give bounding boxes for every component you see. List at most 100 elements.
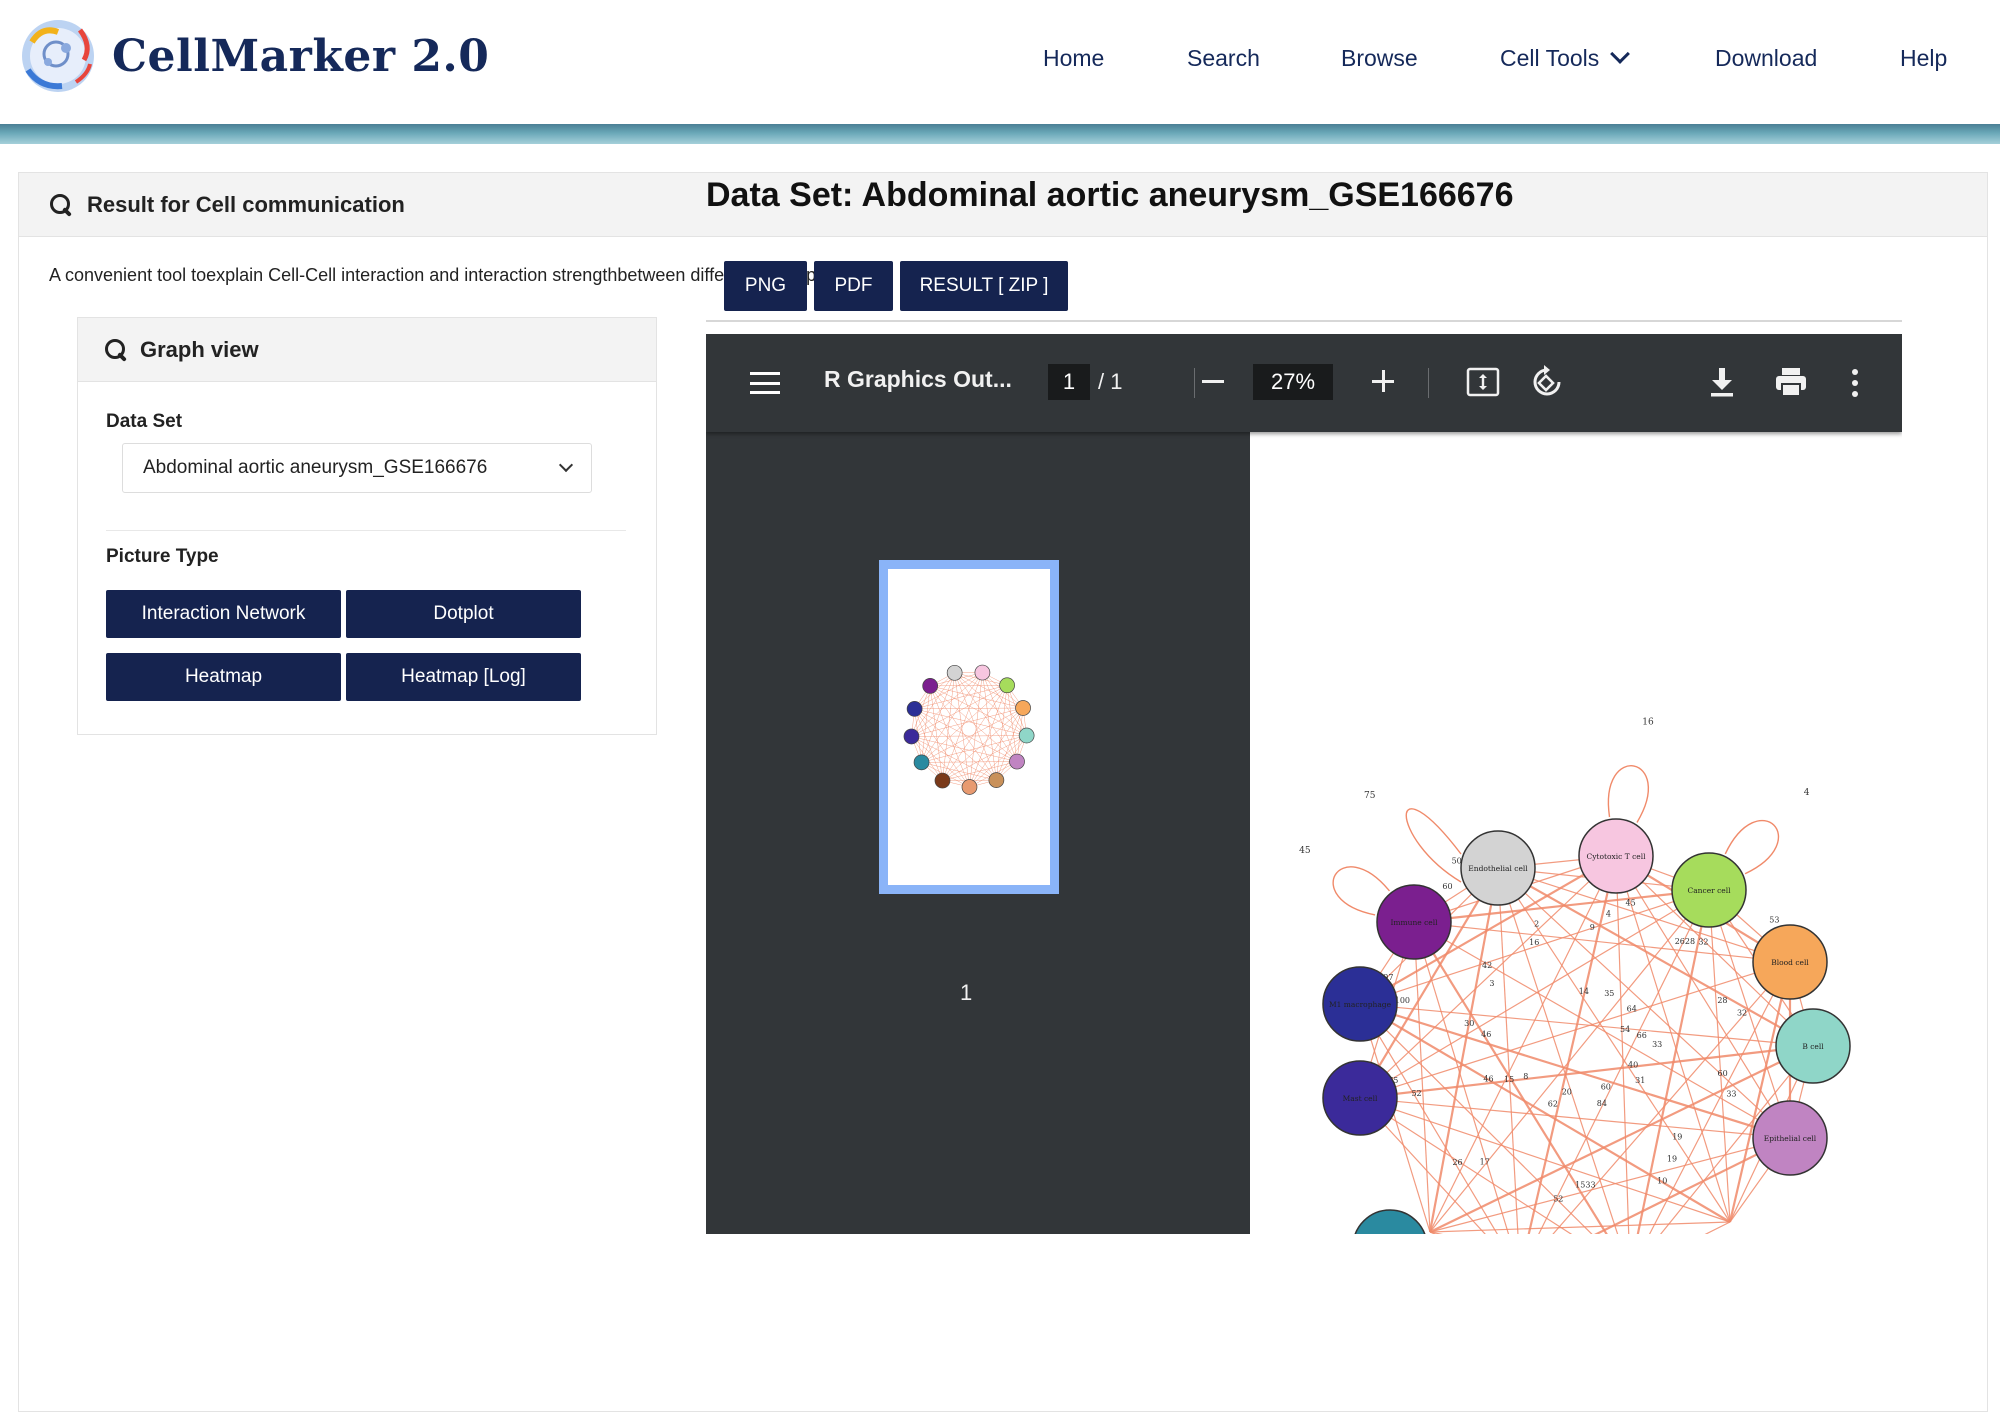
self-loop-edge — [1608, 766, 1648, 823]
node-label: Mast cell — [1343, 1094, 1378, 1103]
pdf-title: R Graphics Out... — [824, 366, 1012, 393]
more-options-icon[interactable] — [1850, 368, 1860, 398]
graph-view-card: Graph view Data Set Abdominal aortic ane… — [77, 317, 657, 735]
nav-help[interactable]: Help — [1900, 40, 1947, 76]
thumbnail-node — [1016, 700, 1031, 715]
zoom-input[interactable]: 27% — [1253, 364, 1333, 400]
edge-label: 54 — [1620, 1025, 1630, 1034]
node-label: M1 macrophage — [1329, 1000, 1392, 1009]
zoom-in-icon[interactable] — [1372, 370, 1394, 392]
thumbnail-edge — [911, 673, 982, 737]
data-set-select[interactable]: Abdominal aortic aneurysm_GSE166676 — [122, 443, 592, 493]
edge-label: 60 — [1442, 882, 1452, 891]
edge-label: 17 — [1480, 1157, 1490, 1166]
edge-label: 30 — [1464, 1019, 1474, 1028]
network-edge — [1430, 1232, 1520, 1234]
edge-label: 45 — [1626, 898, 1636, 907]
nav-home[interactable]: Home — [1043, 40, 1104, 76]
edge-label: 46 — [1483, 1074, 1493, 1083]
edge-label: 33 — [1652, 1040, 1662, 1049]
network-node: Mast cell — [1323, 1061, 1397, 1135]
edge-label: 16 — [1529, 938, 1539, 947]
heatmap-button[interactable]: Heatmap — [106, 653, 341, 701]
edge-label: 4 — [1606, 909, 1611, 918]
pdf-toolbar: R Graphics Out... 1 / 1 27% — [706, 334, 1902, 432]
print-icon[interactable] — [1774, 366, 1808, 398]
png-download-button[interactable]: PNG — [724, 261, 807, 311]
node-label: B cell — [1802, 1042, 1824, 1051]
thumbnail-sidebar — [706, 432, 1230, 1234]
self-loop-label: 75 — [1364, 791, 1376, 801]
toolbar-separator — [1428, 368, 1429, 398]
menu-icon[interactable] — [750, 372, 780, 394]
node-label: Immune cell — [1390, 918, 1438, 927]
node-label: Endothelial cell — [1468, 864, 1528, 873]
thumbnail-node — [1000, 678, 1015, 693]
edge-label: 50 — [1452, 857, 1462, 866]
edge-label: 20 — [1562, 1088, 1572, 1097]
pdf-page: 7516445548919100532016605260328174046262… — [1250, 432, 1902, 1234]
interaction-network-button[interactable]: Interaction Network — [106, 590, 341, 638]
self-loop-edge — [1406, 809, 1461, 882]
thumbnail-edge — [930, 686, 996, 780]
edge-label: 42 — [1482, 961, 1492, 970]
header-band — [0, 124, 2000, 144]
dotplot-button[interactable]: Dotplot — [346, 590, 581, 638]
search-icon — [49, 193, 73, 217]
self-loop-label: 4 — [1804, 788, 1810, 798]
rotate-icon[interactable] — [1530, 364, 1564, 400]
picture-type-label: Picture Type — [106, 546, 219, 568]
edge-label: 19 — [1667, 1154, 1677, 1163]
network-node: Epithelial cell — [1753, 1101, 1827, 1175]
thumbnail-node — [935, 773, 950, 788]
thumbnail-page-number: 1 — [960, 980, 972, 1006]
thumbnail-node — [923, 678, 938, 693]
nav-browse[interactable]: Browse — [1341, 40, 1418, 76]
edge-label: 1533 — [1575, 1181, 1595, 1190]
edge-label: 52 — [1411, 1089, 1421, 1098]
thumbnail-node — [1019, 728, 1034, 743]
edge-label: 28 — [1717, 996, 1727, 1005]
thumbnail-network-preview — [888, 569, 1050, 885]
heatmap-log-button[interactable]: Heatmap [Log] — [346, 653, 581, 701]
nav-search[interactable]: Search — [1187, 40, 1260, 76]
self-loop-label: 45 — [1299, 846, 1311, 856]
edge-label: 15 — [1504, 1075, 1514, 1084]
edge-label: 60 — [1601, 1082, 1611, 1091]
nav-cell-tools[interactable]: Cell Tools — [1500, 40, 1627, 76]
result-zip-download-button[interactable]: RESULT [ ZIP ] — [900, 261, 1068, 311]
page-number-input[interactable]: 1 — [1048, 364, 1090, 400]
thumbnail-edge — [1007, 685, 1017, 761]
nav-download[interactable]: Download — [1715, 40, 1817, 76]
edge-label: 46 — [1481, 1030, 1491, 1039]
search-icon — [104, 338, 128, 362]
thumbnail-edge — [911, 736, 1026, 737]
thumbnail-node — [1010, 754, 1025, 769]
edge-label: 35 — [1604, 989, 1614, 998]
download-icon[interactable] — [1708, 366, 1736, 398]
zoom-out-icon[interactable] — [1202, 380, 1224, 383]
page-thumbnail[interactable] — [879, 560, 1059, 894]
network-node: B cell — [1776, 1009, 1850, 1083]
thumbnail-node — [904, 729, 919, 744]
edge-label: 8 — [1523, 1072, 1528, 1081]
network-node: Endothelial cell — [1461, 831, 1535, 905]
dataset-title: Data Set: Abdominal aortic aneurysm_GSE1… — [706, 176, 1514, 215]
edge-label: 66 — [1637, 1031, 1647, 1040]
node-label: Epithelial cell — [1764, 1134, 1817, 1143]
network-edge — [1430, 856, 1616, 1232]
edge-label: 26 — [1452, 1158, 1462, 1167]
thumbnail-edge — [922, 762, 1017, 763]
pdf-download-button[interactable]: PDF — [814, 261, 893, 311]
fit-page-icon[interactable] — [1466, 366, 1500, 398]
edge-label: 32 — [1698, 938, 1708, 947]
edge-label: 19 — [1672, 1133, 1682, 1142]
node-circle — [1353, 1210, 1427, 1234]
network-node: Blood cell — [1753, 925, 1827, 999]
thumbnail-node — [989, 773, 1004, 788]
pdf-viewer: 1 75164455489191005320166052603281740462… — [706, 334, 1902, 1234]
network-node: Cytotoxic T cell — [1579, 819, 1653, 893]
page-total: / 1 — [1098, 364, 1122, 400]
network-node: M1 macrophage — [1323, 967, 1397, 1041]
edge-label: 40 — [1628, 1060, 1638, 1069]
